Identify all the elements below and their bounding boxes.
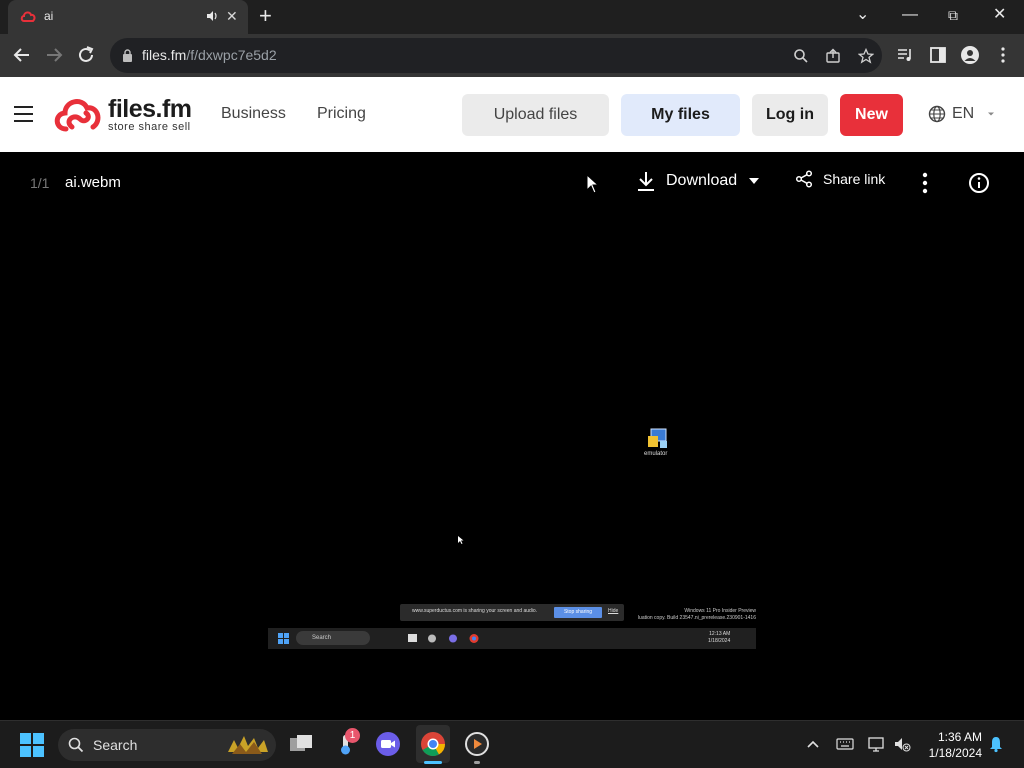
running-app-indicator bbox=[474, 761, 480, 764]
windows-start-icon[interactable] bbox=[20, 733, 44, 757]
nav-pricing[interactable]: Pricing bbox=[317, 105, 366, 123]
zoom-search-icon[interactable] bbox=[793, 48, 809, 64]
video-search-box: Search bbox=[296, 631, 370, 645]
profile-avatar-icon[interactable] bbox=[961, 46, 979, 64]
emulator-icon-label: emulator bbox=[644, 451, 668, 457]
search-highlight-icon bbox=[228, 736, 268, 754]
file-counter: 1/1 bbox=[30, 175, 50, 191]
logo-wordmark[interactable]: files.fm bbox=[108, 95, 192, 124]
tab-close-icon[interactable]: ✕ bbox=[226, 8, 238, 24]
emulator-desktop-icon[interactable] bbox=[646, 426, 670, 450]
minimize-button[interactable]: — bbox=[902, 6, 918, 24]
nav-business[interactable]: Business bbox=[221, 105, 286, 123]
chevron-up-icon[interactable] bbox=[804, 735, 822, 753]
forward-arrow-icon[interactable] bbox=[43, 44, 65, 66]
language-label: EN bbox=[952, 105, 975, 122]
windows-taskbar: Search 1 1:36 AM 1/18/2024 bbox=[0, 720, 1024, 768]
new-button[interactable]: New bbox=[840, 94, 903, 136]
browser-tab[interactable]: ai ✕ bbox=[8, 0, 248, 34]
url-text: files.fm/f/dxwpc7e5d2 bbox=[142, 47, 277, 63]
share-link-button[interactable]: Share link bbox=[795, 170, 885, 188]
browser-toolbar: files.fm/f/dxwpc7e5d2 bbox=[0, 34, 1024, 77]
video-taskbar-apps bbox=[408, 634, 479, 643]
download-button[interactable]: Download bbox=[636, 170, 761, 192]
watermark-line-1: Windows 11 Pro Insider Preview bbox=[684, 608, 756, 614]
search-icon bbox=[68, 737, 84, 753]
back-arrow-icon[interactable] bbox=[11, 44, 33, 66]
network-icon[interactable] bbox=[867, 735, 885, 753]
files-fm-logo-icon[interactable] bbox=[52, 95, 104, 135]
hamburger-menu-icon[interactable] bbox=[14, 106, 33, 122]
notification-badge: 1 bbox=[345, 728, 360, 743]
logo-tagline: store share sell bbox=[108, 121, 191, 133]
more-options-icon[interactable] bbox=[914, 172, 936, 194]
video-taskbar: Search 12:13 AM 1/18/2024 bbox=[268, 628, 756, 649]
site-header: files.fm store share sell Business Prici… bbox=[0, 77, 1024, 152]
clock-date: 1/18/2024 bbox=[928, 746, 982, 760]
video-cursor-icon bbox=[458, 536, 464, 544]
restore-button[interactable]: ⧉ bbox=[948, 6, 958, 24]
globe-icon bbox=[928, 105, 946, 123]
chrome-icon[interactable] bbox=[420, 731, 446, 757]
download-label: Download bbox=[666, 172, 738, 189]
log-in-button[interactable]: Log in bbox=[752, 94, 828, 136]
close-window-button[interactable]: ✕ bbox=[993, 6, 1006, 24]
screen-share-text: www.superductus.com is sharing your scre… bbox=[412, 608, 538, 614]
system-clock[interactable]: 1:36 AM 1/18/2024 bbox=[920, 729, 982, 761]
reload-icon[interactable] bbox=[75, 44, 97, 66]
share-link-label: Share link bbox=[823, 171, 886, 187]
side-panel-icon[interactable] bbox=[929, 46, 947, 64]
screen-share-bar: www.superductus.com is sharing your scre… bbox=[400, 604, 624, 621]
video-start-icon bbox=[278, 633, 289, 644]
my-files-button[interactable]: My files bbox=[621, 94, 740, 136]
language-selector[interactable]: EN bbox=[928, 105, 996, 123]
task-view-icon[interactable] bbox=[288, 731, 314, 757]
address-bar[interactable]: files.fm/f/dxwpc7e5d2 bbox=[110, 38, 882, 73]
caret-down-icon bbox=[988, 112, 995, 116]
media-control-icon[interactable] bbox=[896, 46, 914, 64]
stop-sharing-button: Stop sharing bbox=[554, 607, 602, 618]
media-player-icon[interactable] bbox=[464, 731, 490, 757]
mouse-cursor-icon bbox=[586, 174, 600, 194]
keyboard-icon[interactable] bbox=[836, 735, 854, 753]
active-app-indicator bbox=[424, 761, 442, 764]
browser-menu-icon[interactable] bbox=[994, 46, 1012, 64]
file-viewer: 1/1 ai.webm Download Share link emulator… bbox=[0, 152, 1024, 720]
upload-files-button[interactable]: Upload files bbox=[462, 94, 609, 136]
speaker-icon[interactable] bbox=[205, 9, 219, 23]
bookmark-star-icon[interactable] bbox=[858, 48, 874, 64]
windows-watermark: Windows 11 Pro Insider Preview luation c… bbox=[624, 608, 756, 622]
lock-icon[interactable] bbox=[122, 49, 133, 62]
taskbar-search-text: Search bbox=[93, 737, 138, 753]
volume-muted-icon[interactable] bbox=[893, 735, 911, 753]
hide-link: Hide bbox=[608, 608, 619, 614]
files-fm-cloud-icon bbox=[20, 11, 36, 22]
taskbar-search-box[interactable]: Search bbox=[58, 729, 276, 761]
video-clock: 12:13 AM 1/18/2024 bbox=[708, 631, 731, 644]
info-icon[interactable] bbox=[968, 172, 990, 194]
share-page-icon[interactable] bbox=[825, 48, 841, 64]
tab-search-dropdown-icon[interactable]: ⌄ bbox=[856, 6, 869, 24]
video-call-app-icon[interactable] bbox=[375, 731, 401, 757]
share-icon bbox=[795, 170, 813, 188]
clock-time: 1:36 AM bbox=[937, 730, 982, 744]
watermark-line-2: luation copy. Build 23547.ni_prerelease.… bbox=[637, 615, 756, 621]
download-icon bbox=[638, 172, 654, 191]
caret-down-icon bbox=[749, 178, 760, 184]
tab-title: ai bbox=[44, 9, 54, 23]
browser-tab-strip: ai ✕ + ⌄ — ⧉ ✕ bbox=[0, 0, 1024, 34]
notification-bell-icon[interactable] bbox=[987, 735, 1005, 753]
new-tab-button[interactable]: + bbox=[259, 5, 272, 27]
file-name: ai.webm bbox=[65, 174, 121, 191]
